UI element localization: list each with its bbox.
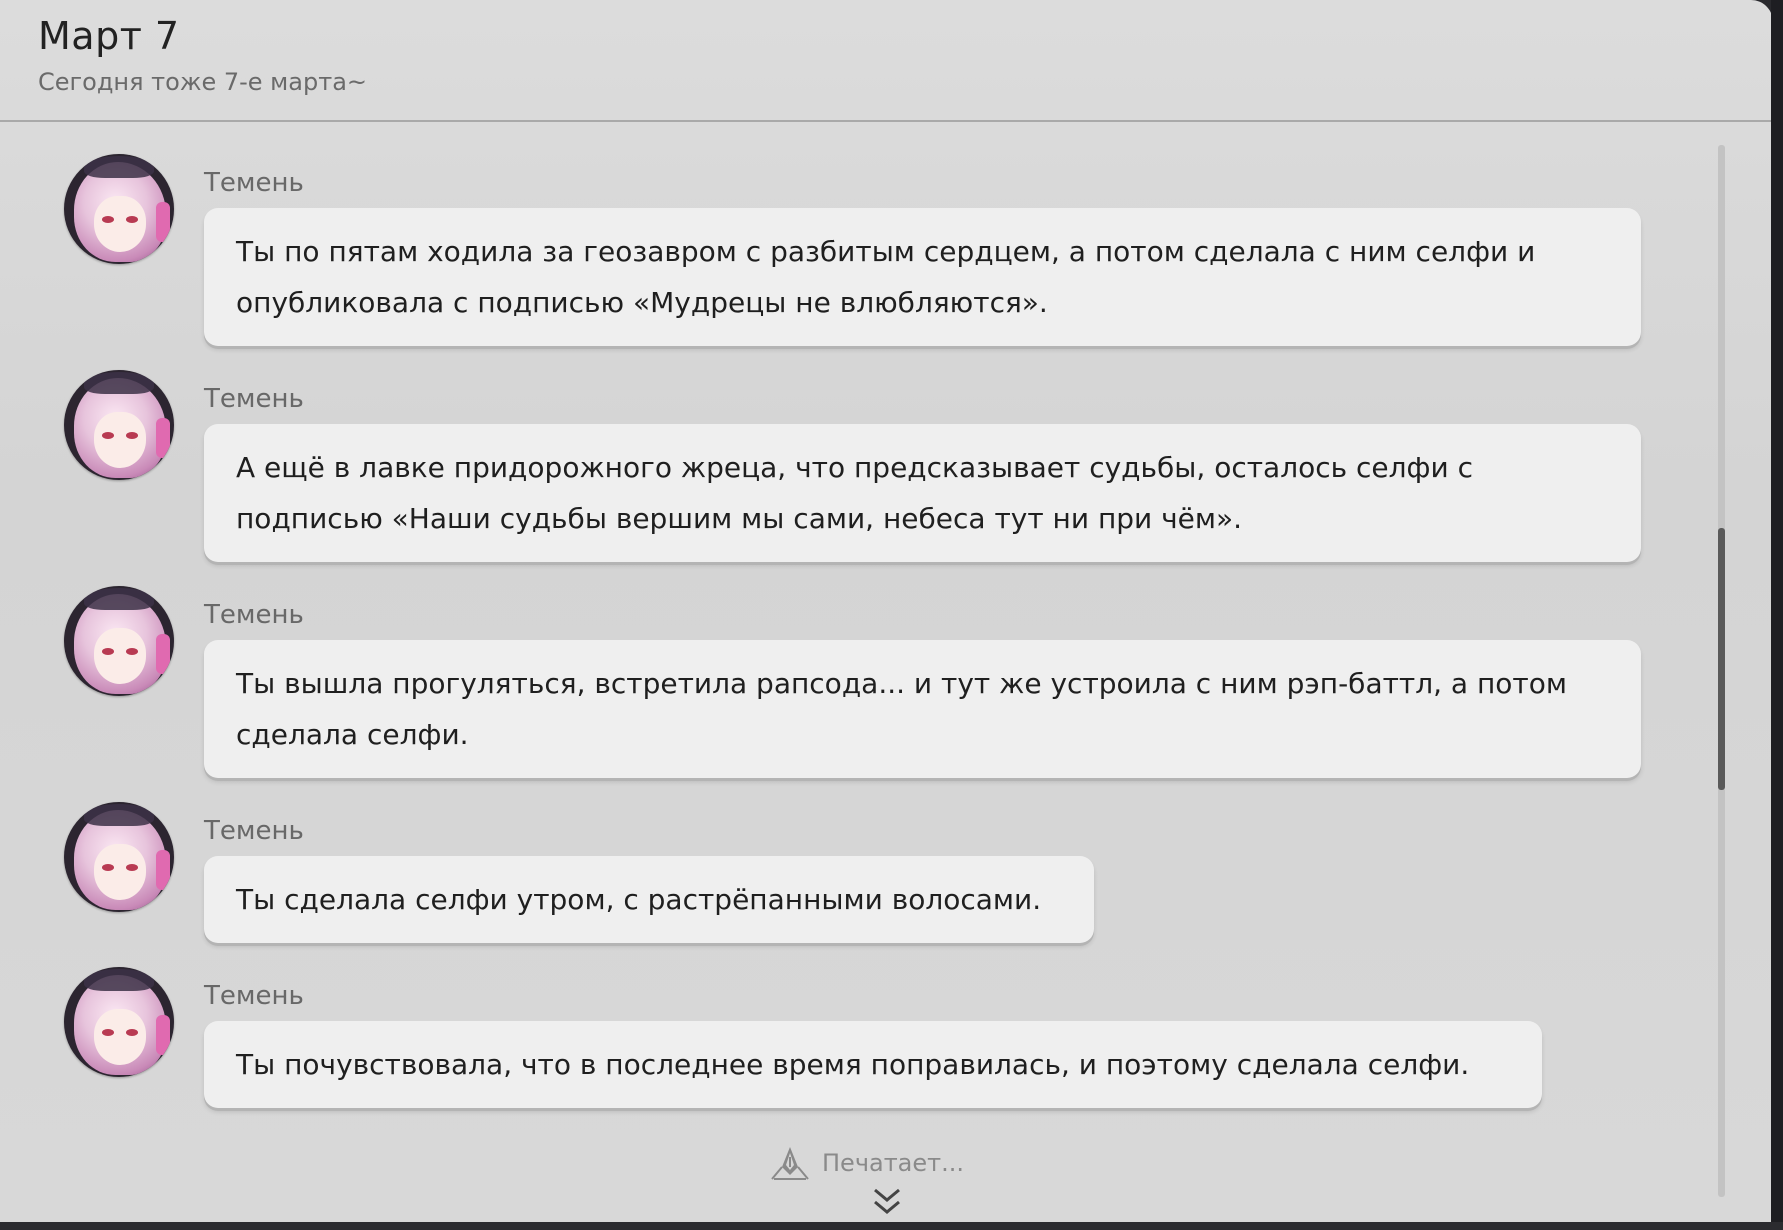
scrollbar-thumb[interactable] (1718, 528, 1725, 790)
sender-name: Темень (204, 168, 304, 198)
avatar[interactable] (64, 802, 174, 912)
chat-window: Март 7 Сегодня тоже 7-е марта~ Темень Ты… (0, 0, 1773, 1222)
avatar[interactable] (64, 370, 174, 480)
bottom-edge (0, 1222, 1783, 1230)
chat-subtitle: Сегодня тоже 7-е марта~ (38, 68, 368, 96)
avatar[interactable] (64, 586, 174, 696)
typing-indicator: Печатает... (770, 1143, 964, 1183)
message-bubble: Ты сделала селфи утром, с растрёпанными … (204, 856, 1094, 943)
window-edge (1771, 0, 1783, 1230)
chat-header: Март 7 Сегодня тоже 7-е марта~ (0, 0, 1773, 122)
avatar[interactable] (64, 967, 174, 1077)
message-bubble: Ты почувствовала, что в последнее время … (204, 1021, 1542, 1108)
pen-icon (771, 1147, 809, 1180)
message-bubble: А ещё в лавке придорожного жреца, что пр… (204, 424, 1641, 562)
message-bubble: Ты по пятам ходила за геозавром с разбит… (204, 208, 1641, 346)
double-chevron-down-icon[interactable] (870, 1186, 904, 1218)
sender-name: Темень (204, 384, 304, 414)
chat-title: Март 7 (38, 14, 180, 58)
message-bubble: Ты вышла прогуляться, встретила рапсода.… (204, 640, 1641, 778)
sender-name: Темень (204, 981, 304, 1011)
message-list[interactable]: Темень Ты по пятам ходила за геозавром с… (0, 122, 1700, 1122)
sender-name: Темень (204, 816, 304, 846)
typing-label: Печатает... (822, 1149, 965, 1177)
sender-name: Темень (204, 600, 304, 630)
avatar[interactable] (64, 154, 174, 264)
